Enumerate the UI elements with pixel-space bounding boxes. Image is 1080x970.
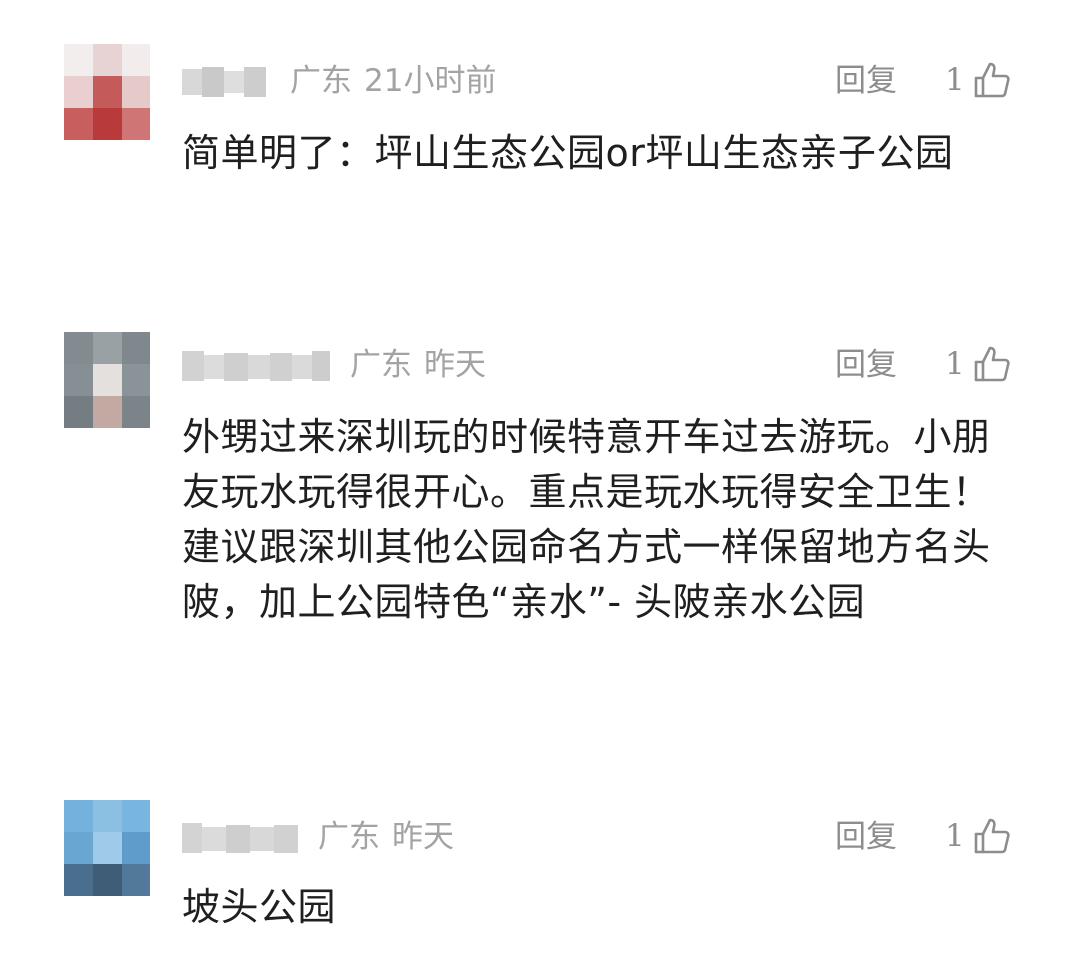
avatar-image [64,800,150,896]
reply-button[interactable]: 回复 [835,817,897,857]
avatar[interactable] [64,44,150,140]
comment-text: 外甥过来深圳玩的时候特意开车过去游玩。小朋友玩水玩得很开心。重点是玩水玩得安全卫… [182,415,991,624]
thumbs-up-icon [974,346,1010,382]
avatar-image [64,44,150,140]
comment-text: 坡头公园 [182,885,337,929]
avatar-image [64,332,150,428]
like-count: 1 [945,818,965,854]
like-count: 1 [945,346,965,382]
comment-region: 广东 [350,347,412,383]
comment-region: 广东 [318,819,380,855]
like-button[interactable]: 1 [945,344,1011,384]
comment-time: 昨天 [392,819,454,855]
comment-item: 广东 昨天 回复 1 坡头公园 [0,770,1080,970]
like-count: 1 [945,62,965,98]
comment-meta: 广东 21小时前 [182,56,496,106]
comment-meta: 广东 昨天 [182,812,454,862]
comment-text: 简单明了：坪山生态公园or坪山生态亲子公园 [182,131,954,175]
blurred-username[interactable] [182,63,272,99]
comment-time: 21小时前 [364,63,497,99]
avatar[interactable] [64,332,150,428]
blurred-username[interactable] [182,819,300,855]
like-button[interactable]: 1 [945,60,1011,100]
like-button[interactable]: 1 [945,816,1011,856]
comment-meta: 广东 昨天 [182,340,486,390]
reply-button[interactable]: 回复 [835,345,897,385]
comment-item: 广东 21小时前 回复 1 简单明了：坪山生态公园or坪山生态亲子公园 [0,0,1080,300]
reply-button[interactable]: 回复 [835,61,897,101]
thumbs-up-icon [974,818,1010,854]
blurred-username[interactable] [182,347,332,383]
thumbs-up-icon [974,62,1010,98]
comment-time: 昨天 [424,347,486,383]
comment-item: 广东 昨天 回复 1 外甥过来深圳玩的时候特意开车过去游玩。小朋友玩水玩得很开心… [0,300,1080,770]
comment-region: 广东 [290,63,352,99]
avatar[interactable] [64,800,150,896]
